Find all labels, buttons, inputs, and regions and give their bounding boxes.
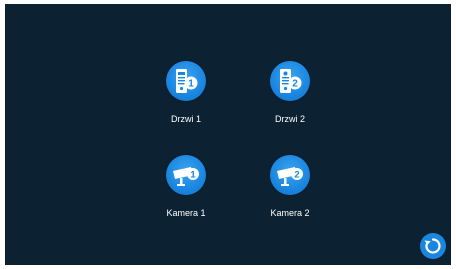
- door-2-label: Drzwi 2: [274, 114, 305, 124]
- door-1-button[interactable]: 1 Drzwi 1: [141, 61, 231, 141]
- door-intercom-2-icon: 2: [270, 61, 310, 101]
- door-2-button[interactable]: 2 Drzwi 2: [245, 61, 335, 141]
- svg-text:1: 1: [190, 170, 196, 181]
- door-1-label: Drzwi 1: [170, 114, 201, 124]
- camera-2-icon: 2: [270, 155, 310, 195]
- camera-1-button[interactable]: 1 Kamera 1: [141, 155, 231, 235]
- camera-1-icon: 1: [166, 155, 206, 195]
- refresh-icon: [424, 238, 441, 254]
- refresh-button[interactable]: [420, 233, 446, 259]
- camera-2-button[interactable]: 2 Kamera 2: [245, 155, 335, 235]
- svg-text:1: 1: [188, 79, 194, 90]
- svg-text:2: 2: [294, 170, 299, 181]
- camera-1-label: Kamera 1: [166, 208, 206, 218]
- camera-2-label: Kamera 2: [270, 208, 310, 218]
- svg-text:2: 2: [292, 79, 298, 90]
- monitor-screen: 1 Drzwi 1 2 Drzwi 2 1 Kamera 1 2 Kamera …: [5, 4, 451, 265]
- door-intercom-1-icon: 1: [166, 61, 206, 101]
